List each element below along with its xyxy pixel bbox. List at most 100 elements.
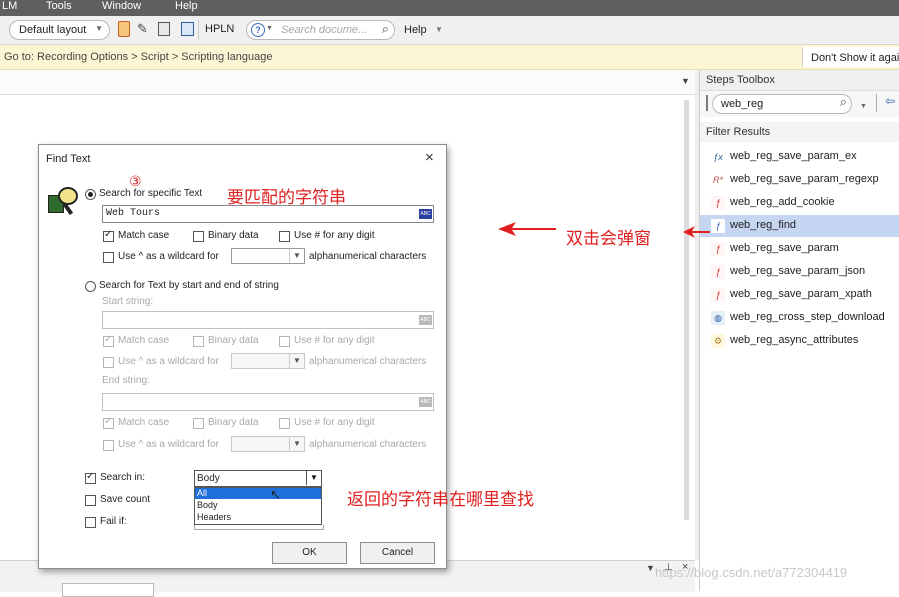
option-body-label: Body: [197, 500, 218, 510]
badge-icon[interactable]: [118, 21, 130, 37]
pane-menu-icon[interactable]: ▼: [681, 76, 690, 86]
chevron-down-icon[interactable]: ▼: [435, 25, 443, 34]
help-circle-icon: ?: [251, 23, 265, 37]
use-caret-checkbox-2[interactable]: [103, 357, 114, 368]
chevron-down-icon: ▼: [306, 471, 321, 485]
menu-item-window[interactable]: Window: [102, 0, 141, 12]
toolbox-item-web-reg-find[interactable]: ƒ web_reg_find: [700, 215, 899, 237]
dont-show-again-label: Don't Show it again: [811, 52, 899, 64]
search-in-checkbox[interactable]: [85, 471, 96, 484]
editor-header: ▼: [0, 70, 695, 95]
alnum-label: alphanumerical characters: [309, 251, 427, 262]
option-all-label: All: [197, 488, 208, 498]
close-icon[interactable]: ×: [425, 149, 434, 166]
toolbox-item-web-reg-save-param-regexp[interactable]: R* web_reg_save_param_regexp: [700, 169, 899, 191]
end-string-input[interactable]: ABC: [102, 393, 434, 411]
search-icon[interactable]: ⌕: [382, 21, 389, 37]
toolbox-item-web-reg-add-cookie[interactable]: ƒ web_reg_add_cookie: [700, 192, 899, 214]
chevron-down-icon: ▼: [289, 354, 304, 368]
start-string-label: Start string:: [102, 296, 154, 307]
abc-button[interactable]: ABC: [419, 397, 432, 407]
option-headers-label: Headers: [197, 512, 232, 522]
menu-item-lm[interactable]: LM: [2, 0, 17, 12]
search-docs-placeholder: Search docume...: [281, 24, 368, 36]
search-in-select[interactable]: Body ▼: [194, 470, 322, 487]
dont-show-again-button[interactable]: Don't Show it again: [802, 47, 899, 67]
cancel-button[interactable]: Cancel: [360, 542, 435, 564]
toolbox-item-web-reg-save-param[interactable]: ƒ web_reg_save_param: [700, 238, 899, 260]
use-caret-checkbox-3[interactable]: [103, 440, 114, 451]
binary-data-checkbox-2[interactable]: [193, 336, 204, 347]
back-arrow-icon[interactable]: ⇦: [885, 94, 895, 108]
search-text-value: Web Tours: [106, 208, 161, 219]
fail-if-select[interactable]: [194, 525, 324, 530]
chevron-down-icon[interactable]: ▼: [860, 103, 867, 110]
match-case-label-3: Match case: [118, 417, 170, 428]
annotation-arrow-left: [498, 222, 556, 236]
search-docs-box[interactable]: ? ▼ Search docume... ⌕: [246, 20, 395, 40]
toolbox-search-input[interactable]: web_reg ⌕: [712, 94, 852, 114]
toolbox-item-label: web_reg_save_param_xpath: [730, 288, 872, 300]
toolbox-item-web-reg-save-param-ex[interactable]: ƒx web_reg_save_param_ex: [700, 146, 899, 168]
use-caret-label-3: Use ^ as a wildcard for: [118, 439, 219, 450]
toolbox-item-web-reg-cross-step-download[interactable]: ◍ web_reg_cross_step_download: [700, 307, 899, 329]
menu-bar: LM Tools Window Help: [0, 0, 899, 16]
option-headers[interactable]: Headers: [195, 512, 321, 523]
match-case-checkbox[interactable]: [103, 229, 114, 242]
toolbar: Default layout ▼ ✎ HPLN ? ▼ Search docum…: [0, 16, 899, 45]
start-end-radio-label: Search for Text by start and end of stri…: [99, 280, 279, 291]
binary-data-label: Binary data: [208, 230, 259, 241]
search-icon[interactable]: ⌕: [840, 94, 847, 110]
binary-data-checkbox-3[interactable]: [193, 418, 204, 429]
toolbox-title: Steps Toolbox: [706, 74, 775, 86]
pane-menu-icon[interactable]: ▼: [646, 563, 655, 573]
chevron-down-icon: ▼: [266, 25, 273, 32]
output-filter-input[interactable]: [62, 583, 154, 597]
start-string-input[interactable]: ABC: [102, 311, 434, 329]
use-hash-checkbox-3[interactable]: [279, 418, 290, 429]
toolbox-search-bar: web_reg ⌕ ▼ ⇦: [700, 91, 899, 117]
start-end-radio[interactable]: [85, 281, 96, 292]
find-text-icon: [48, 187, 78, 216]
annotation-where-search: 返回的字符串在哪里查找: [347, 490, 534, 510]
hpln-button[interactable]: HPLN: [205, 23, 234, 35]
grip-icon: [706, 95, 708, 111]
fx-blue-icon: ƒ: [711, 219, 725, 233]
use-hash-label: Use # for any digit: [294, 230, 375, 241]
menu-item-tools[interactable]: Tools: [46, 0, 72, 12]
annotation-double-click: 双击会弹窗: [566, 229, 651, 249]
toolbox-item-web-reg-save-param-json[interactable]: ƒ web_reg_save_param_json: [700, 261, 899, 283]
panel-icon[interactable]: [181, 22, 194, 36]
fx-red-icon: ƒ: [711, 196, 725, 210]
help-menu[interactable]: Help: [404, 24, 427, 36]
dialog-title: Find Text: [46, 153, 91, 165]
wildcard-select[interactable]: ▼: [231, 248, 305, 264]
use-caret-checkbox[interactable]: [103, 252, 114, 263]
filter-results-label: Filter Results: [706, 126, 771, 138]
toolbox-item-web-reg-async-attributes[interactable]: ⚙ web_reg_async_attributes: [700, 330, 899, 352]
save-count-checkbox[interactable]: [85, 495, 96, 506]
fail-if-checkbox[interactable]: [85, 517, 96, 528]
toolbox-item-web-reg-save-param-xpath[interactable]: ƒ web_reg_save_param_xpath: [700, 284, 899, 306]
toolbox-divider: [876, 94, 877, 112]
breadcrumb[interactable]: Go to: Recording Options > Script > Scri…: [4, 51, 272, 63]
binary-data-checkbox[interactable]: [193, 231, 204, 242]
abc-button[interactable]: ABC: [419, 209, 432, 219]
option-body[interactable]: Body: [195, 500, 321, 511]
wildcard-select-2[interactable]: ▼: [231, 353, 305, 369]
use-hash-checkbox[interactable]: [279, 231, 290, 242]
use-hash-checkbox-2[interactable]: [279, 336, 290, 347]
document-icon[interactable]: [158, 22, 170, 36]
specific-text-radio[interactable]: [85, 189, 96, 200]
match-case-checkbox-3[interactable]: [103, 416, 114, 429]
option-all[interactable]: All: [195, 488, 321, 499]
wildcard-select-3[interactable]: ▼: [231, 436, 305, 452]
ok-button[interactable]: OK: [272, 542, 347, 564]
layout-select-value: Default layout: [19, 24, 87, 36]
menu-item-help[interactable]: Help: [175, 0, 198, 12]
match-case-checkbox-2[interactable]: [103, 334, 114, 347]
pencil-icon[interactable]: ✎: [137, 21, 148, 37]
layout-select[interactable]: Default layout ▼: [9, 20, 110, 40]
abc-button[interactable]: ABC: [419, 315, 432, 325]
editor-scrollbar[interactable]: [684, 100, 689, 520]
